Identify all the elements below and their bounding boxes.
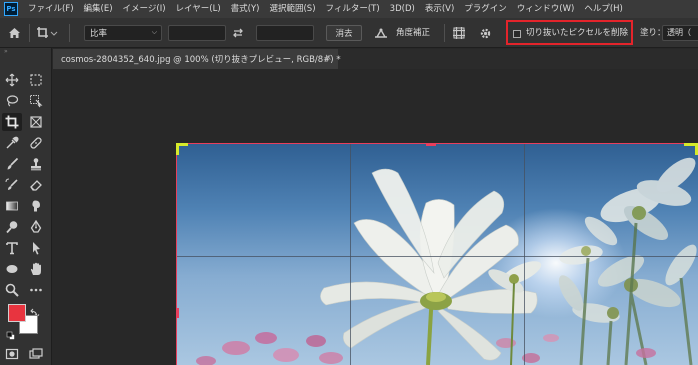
eraser-tool-icon[interactable] <box>26 176 46 194</box>
type-tool-icon[interactable] <box>2 239 22 257</box>
foreground-color-swatch[interactable] <box>8 304 26 322</box>
gear-icon[interactable] <box>479 18 495 48</box>
ratio-select[interactable]: 比率 ⌵ <box>84 25 162 41</box>
hand-tool-icon[interactable] <box>26 260 46 278</box>
menu-3d[interactable]: 3D(D) <box>385 0 420 18</box>
cosmos-photo[interactable] <box>176 143 698 365</box>
ellipse-tool-icon[interactable] <box>2 260 22 278</box>
crop-tool-preset-icon[interactable] <box>36 18 60 48</box>
straighten-icon[interactable] <box>374 18 390 48</box>
delete-cropped-pixels-checkbox[interactable] <box>513 30 521 38</box>
object-selection-tool-icon[interactable] <box>26 92 46 110</box>
stamp-tool-icon[interactable] <box>26 155 46 173</box>
marquee-tool-icon[interactable] <box>26 71 46 89</box>
healing-brush-tool-icon[interactable] <box>26 134 46 152</box>
document-tab-title: cosmos-2804352_640.jpg @ 100% (切り抜きプレビュー… <box>61 55 341 65</box>
pen-tool-icon[interactable] <box>26 218 46 236</box>
divider <box>444 24 445 42</box>
menu-image[interactable]: イメージ(I) <box>118 0 171 18</box>
cosmos-flower-image <box>196 157 697 365</box>
history-brush-tool-icon[interactable] <box>2 176 22 194</box>
path-selection-tool-icon[interactable] <box>26 239 46 257</box>
menu-file[interactable]: ファイル(F) <box>23 0 79 18</box>
document-tab[interactable]: cosmos-2804352_640.jpg @ 100% (切り抜きプレビュー… <box>53 49 341 69</box>
fill-select[interactable]: 透明（ <box>662 25 698 41</box>
menu-filter[interactable]: フィルター(T) <box>321 0 385 18</box>
zoom-tool-icon[interactable] <box>2 281 22 299</box>
crop-edge-left[interactable] <box>176 143 177 365</box>
divider <box>69 24 70 42</box>
close-icon[interactable]: × <box>324 53 332 63</box>
brush-tool-icon[interactable] <box>2 155 22 173</box>
smudge-tool-icon[interactable] <box>26 197 46 215</box>
height-input[interactable] <box>256 25 314 41</box>
menu-edit[interactable]: 編集(E) <box>79 0 118 18</box>
photoshop-logo: Ps <box>4 2 18 16</box>
delete-cropped-pixels-label[interactable]: 切り抜いたピクセルを削除 <box>526 18 628 48</box>
menu-bar: Ps ファイル(F) 編集(E) イメージ(I) レイヤー(L) 書式(Y) 選… <box>0 0 698 18</box>
menu-plugins[interactable]: プラグイン <box>459 0 512 18</box>
chevron-down-icon: ⌵ <box>151 28 157 36</box>
crop-tool-icon[interactable] <box>2 113 22 131</box>
document-tab-bar: cosmos-2804352_640.jpg @ 100% (切り抜きプレビュー… <box>53 49 698 69</box>
more-tools-icon[interactable] <box>26 281 46 299</box>
divider <box>29 24 30 42</box>
options-bar: 比率 ⌵ 消去 角度補正 切り抜いたピクセルを削除 塗り： 透明（ <box>0 18 698 48</box>
clear-button[interactable]: 消去 <box>326 25 362 41</box>
width-input[interactable] <box>168 25 226 41</box>
swap-colors-icon[interactable] <box>30 303 40 318</box>
straighten-label[interactable]: 角度補正 <box>396 18 430 48</box>
frame-tool-icon[interactable] <box>26 113 46 131</box>
canvas-area[interactable] <box>53 69 698 365</box>
home-icon[interactable] <box>8 18 24 48</box>
move-tool-icon[interactable] <box>2 71 22 89</box>
default-colors-icon[interactable] <box>6 326 16 340</box>
panel-grip-icon[interactable]: » <box>0 48 52 56</box>
tools-panel: » <box>0 48 52 365</box>
menu-help[interactable]: ヘルプ(H) <box>579 0 628 18</box>
crop-grid-line <box>350 143 351 365</box>
crop-grid-line <box>176 256 698 257</box>
eyedropper-tool-icon[interactable] <box>2 134 22 152</box>
menu-window[interactable]: ウィンドウ(W) <box>512 0 580 18</box>
overlay-grid-icon[interactable] <box>452 18 468 48</box>
quick-mask-icon[interactable] <box>2 345 22 363</box>
menu-select[interactable]: 選択範囲(S) <box>264 0 320 18</box>
crop-edge-top[interactable] <box>176 143 698 144</box>
dodge-tool-icon[interactable] <box>2 218 22 236</box>
crop-handle-left[interactable] <box>176 308 179 318</box>
screen-mode-icon[interactable] <box>26 345 46 363</box>
gradient-tool-icon[interactable] <box>2 197 22 215</box>
crop-grid-line <box>524 143 525 365</box>
swap-arrows-icon[interactable] <box>232 18 248 48</box>
crop-corner-top-left[interactable] <box>176 143 179 155</box>
menu-layer[interactable]: レイヤー(L) <box>171 0 226 18</box>
ratio-select-value: 比率 <box>90 29 108 39</box>
crop-handle-top[interactable] <box>426 143 436 146</box>
lasso-tool-icon[interactable] <box>2 92 22 110</box>
menu-type[interactable]: 書式(Y) <box>226 0 265 18</box>
menu-view[interactable]: 表示(V) <box>420 0 459 18</box>
